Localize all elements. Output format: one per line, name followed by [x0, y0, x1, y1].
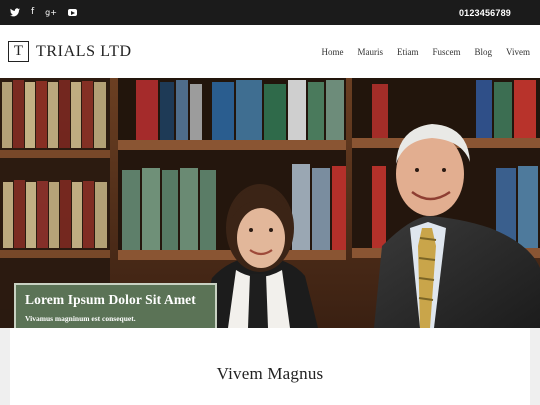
main-content: Vivem Magnus — [10, 328, 530, 405]
site-header: T TRIALS LTD Home Mauris Etiam Fuscem Bl… — [0, 25, 540, 78]
youtube-icon[interactable] — [67, 9, 77, 16]
hero-caption-subtitle: Vivamus magninum est consequet. — [25, 314, 136, 323]
logo[interactable]: T TRIALS LTD — [8, 41, 132, 62]
phone-number[interactable]: 0123456789 — [459, 8, 511, 18]
hero-caption-title: Lorem Ipsum Dolor Sit Amet — [25, 292, 196, 307]
logo-text: TRIALS LTD — [36, 42, 132, 60]
nav-item-fuscem[interactable]: Fuscem — [433, 47, 461, 57]
hero-caption[interactable]: Lorem Ipsum Dolor Sit Amet Vivamus magni… — [14, 283, 217, 328]
section-title: Vivem Magnus — [216, 364, 324, 383]
facebook-icon[interactable]: f — [31, 8, 34, 17]
top-bar: f g+ 0123456789 — [0, 0, 540, 25]
logo-mark: T — [8, 41, 29, 62]
main-nav: Home Mauris Etiam Fuscem Blog Vivem — [322, 47, 530, 57]
nav-item-home[interactable]: Home — [322, 47, 344, 57]
twitter-icon[interactable] — [10, 8, 20, 17]
hero-slider[interactable]: Lorem Ipsum Dolor Sit Amet Vivamus magni… — [0, 78, 540, 328]
nav-item-blog[interactable]: Blog — [475, 47, 493, 57]
google-plus-icon[interactable]: g+ — [45, 8, 57, 17]
nav-item-mauris[interactable]: Mauris — [358, 47, 384, 57]
nav-item-vivem[interactable]: Vivem — [506, 47, 530, 57]
social-links: f g+ — [10, 8, 77, 17]
nav-item-etiam[interactable]: Etiam — [397, 47, 419, 57]
